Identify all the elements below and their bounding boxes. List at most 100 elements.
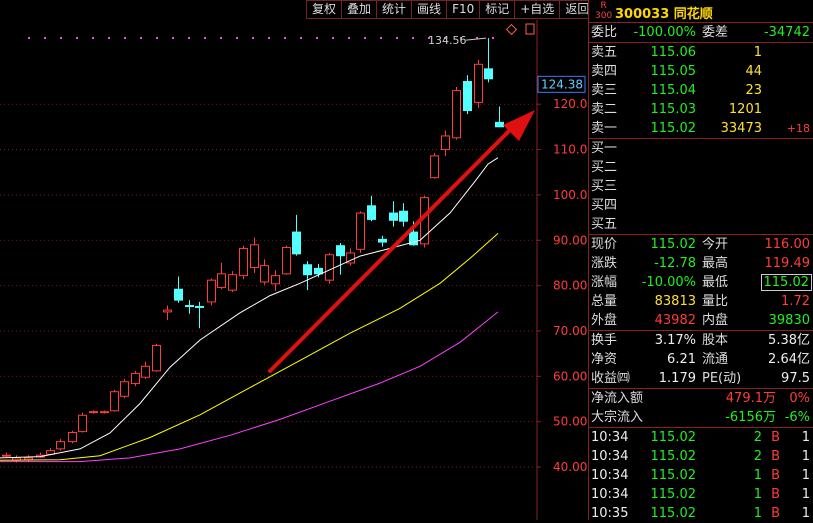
restore-rights-button[interactable]: 复权 bbox=[306, 0, 343, 19]
tick-row[interactable]: 10:35 115.02 1 B 1 bbox=[589, 504, 813, 523]
bid-row[interactable]: 买四 bbox=[589, 196, 813, 215]
top-marker-dot bbox=[140, 37, 142, 39]
quote-row: 现价 115.02 今开 116.00 bbox=[591, 237, 810, 252]
mark-button[interactable]: 标记 bbox=[480, 0, 516, 19]
ask-row[interactable]: 卖三 115.04 23 bbox=[589, 81, 813, 100]
top-marker-dot bbox=[380, 37, 382, 39]
candle-body bbox=[131, 373, 140, 385]
y-tick-label: 120.0 bbox=[553, 97, 587, 111]
ask-row[interactable]: 卖四 115.05 44 bbox=[589, 62, 813, 81]
candle-body bbox=[282, 247, 291, 275]
bid-row[interactable]: 买二 bbox=[589, 158, 813, 177]
tick-list[interactable]: 10:34 115.02 2 B 1 10:34 115.02 2 B 1 10… bbox=[589, 428, 813, 523]
candle-body bbox=[336, 245, 345, 257]
top-marker-dot bbox=[316, 37, 318, 39]
candle-body bbox=[78, 414, 87, 433]
commission-ratio: -100.00% bbox=[633, 25, 696, 40]
candle-body bbox=[325, 254, 334, 281]
kline-svg[interactable]: 120.0 110.0 100.0 90.00 80.00 70.00 60.00 50.00… bbox=[0, 0, 588, 520]
bid-row[interactable]: 买一 bbox=[589, 139, 813, 158]
candle-body bbox=[56, 441, 65, 450]
candle-body bbox=[474, 63, 483, 103]
quote-row: 涨幅 -10.00% 最低 115.02 bbox=[589, 273, 813, 292]
tick-row[interactable]: 10:34 115.02 1 B 1 bbox=[589, 466, 813, 485]
top-marker-dot bbox=[364, 37, 366, 39]
candle-body bbox=[314, 267, 323, 275]
candle-body bbox=[389, 212, 398, 221]
candle-body bbox=[89, 411, 98, 414]
candle-body bbox=[303, 264, 312, 276]
candle-body bbox=[195, 305, 204, 308]
bid-row[interactable]: 买五 bbox=[589, 215, 813, 234]
tick-row[interactable]: 10:34 115.02 2 B 1 bbox=[589, 428, 813, 447]
top-marker-dot bbox=[124, 37, 126, 39]
candle-body bbox=[110, 391, 119, 412]
top-marker-dot bbox=[348, 37, 350, 39]
candle-body bbox=[100, 411, 109, 414]
ask-row[interactable]: 卖一 115.02 33473 +18 bbox=[589, 119, 813, 138]
candle-body bbox=[239, 247, 248, 277]
high-annotation-label: 134.56 bbox=[428, 34, 467, 47]
ask-row[interactable]: 卖二 115.03 1201 bbox=[589, 100, 813, 119]
y-tick-label: 40.00 bbox=[553, 460, 587, 474]
candle-body bbox=[2, 454, 11, 457]
y-tick-label: 100.0 bbox=[553, 188, 587, 202]
top-marker-dot bbox=[412, 37, 414, 39]
top-marker-dot bbox=[236, 37, 238, 39]
y-tick-label: 110.0 bbox=[553, 143, 587, 157]
diamond-marker bbox=[505, 23, 518, 36]
candle-body bbox=[484, 68, 493, 80]
y-tick-label: 90.00 bbox=[553, 233, 587, 247]
candle-body bbox=[378, 238, 387, 243]
top-marker-dot bbox=[204, 37, 206, 39]
commission-row: 委比 -100.00% 委差 -34742 bbox=[589, 23, 813, 43]
top-marker-dot bbox=[28, 37, 30, 39]
top-marker-dot bbox=[76, 37, 78, 39]
top-marker-dot bbox=[268, 37, 270, 39]
candle-body bbox=[356, 212, 365, 250]
candle-body bbox=[292, 231, 301, 255]
kline-chart[interactable]: 120.0 110.0 100.0 90.00 80.00 70.00 60.00 50.00… bbox=[0, 0, 596, 520]
y-tick-label: 70.00 bbox=[553, 324, 587, 338]
overlay-button[interactable]: 叠加 bbox=[342, 0, 378, 19]
quote-stats: 现价 115.02 今开 116.00 涨跌 -12.78 最高 119.49 … bbox=[589, 235, 813, 331]
top-marker-dot bbox=[108, 37, 110, 39]
tick-row[interactable]: 10:34 115.02 1 B 1 bbox=[589, 485, 813, 504]
finance-row: 净资 6.21 流通 2.64亿 bbox=[591, 352, 810, 367]
finance-row: 收益㈣ 1.179 PE(动) 97.5 bbox=[591, 371, 810, 386]
trend-arrow-head bbox=[503, 110, 535, 141]
candle-body bbox=[152, 344, 161, 372]
f10-button[interactable]: F10 bbox=[447, 0, 481, 19]
stock-header: R 300 300033 同花顺 bbox=[589, 0, 813, 23]
commission-diff: -34742 bbox=[763, 25, 810, 40]
market-badge: R 300 bbox=[595, 1, 613, 21]
top-marker-dot bbox=[60, 37, 62, 39]
stock-code-name[interactable]: 300033 同花顺 bbox=[615, 3, 713, 22]
top-marker-dot bbox=[172, 37, 174, 39]
y-tick-label: 80.00 bbox=[553, 279, 587, 293]
bid-row[interactable]: 买三 bbox=[589, 177, 813, 196]
quote-row: 总量 83813 量比 1.72 bbox=[591, 294, 810, 309]
candle-body bbox=[367, 205, 376, 220]
tick-row[interactable]: 10:34 115.02 2 B 1 bbox=[589, 447, 813, 466]
candle-body bbox=[441, 135, 450, 151]
candle-body bbox=[271, 275, 280, 285]
candle-body bbox=[217, 273, 226, 288]
quote-panel: R 300 300033 同花顺 委比 -100.00% 委差 -34742 卖… bbox=[588, 0, 813, 523]
draw-line-button[interactable]: 画线 bbox=[412, 0, 448, 19]
top-marker-dot bbox=[252, 37, 254, 39]
candle-body bbox=[495, 121, 504, 128]
finance-row: 换手 3.17% 股本 5.38亿 bbox=[591, 333, 810, 348]
flow-row: 大宗流入 -6156万 -6% bbox=[591, 410, 810, 425]
statistics-button[interactable]: 统计 bbox=[377, 0, 413, 19]
ask-row[interactable]: 卖五 115.06 1 bbox=[589, 43, 813, 62]
top-marker-dot bbox=[396, 37, 398, 39]
top-marker-dot bbox=[284, 37, 286, 39]
top-marker-dot bbox=[492, 37, 494, 39]
ask-book: 卖五 115.06 1 卖四 115.05 44 卖三 115.04 23 卖二… bbox=[589, 43, 813, 139]
candle-body bbox=[174, 288, 183, 301]
candle-body bbox=[68, 432, 77, 443]
add-watchlist-button[interactable]: +自选 bbox=[515, 0, 561, 19]
trend-arrow-shaft bbox=[268, 126, 514, 373]
top-marker-dot bbox=[44, 37, 46, 39]
